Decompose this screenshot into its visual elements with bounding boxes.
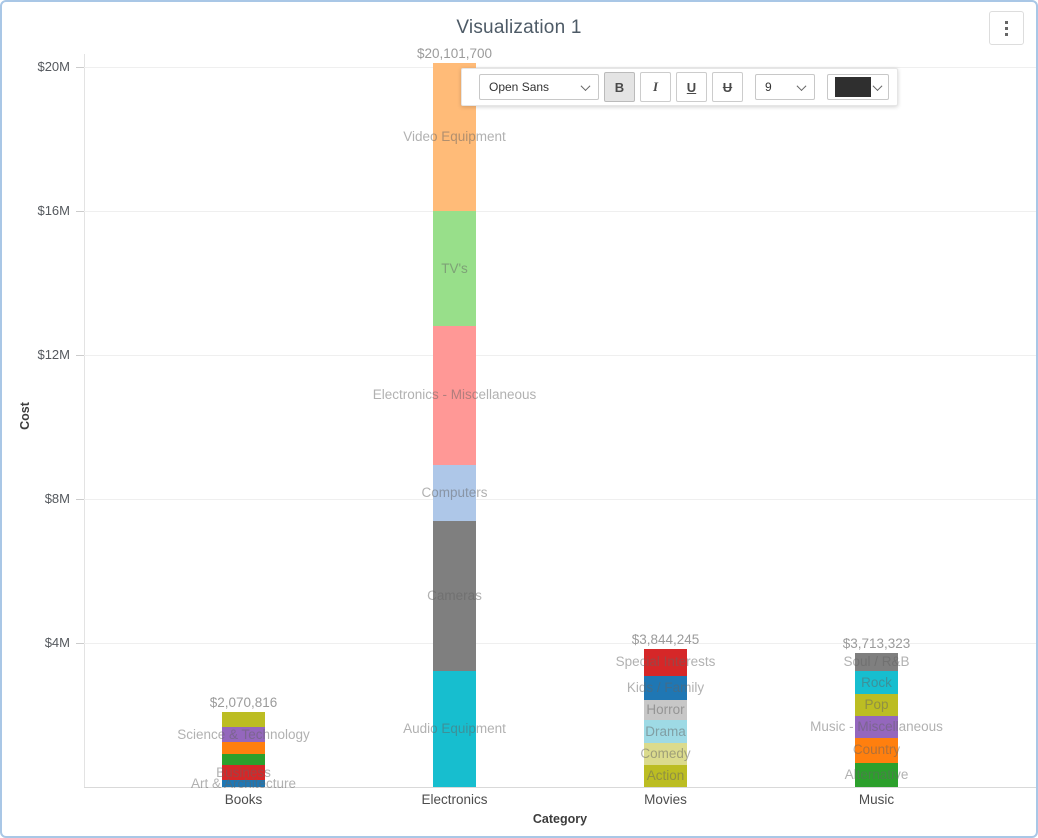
font-color-swatch	[835, 77, 871, 97]
bar-segment[interactable]	[644, 676, 687, 701]
bar-segment[interactable]	[644, 700, 687, 720]
x-axis-title: Category	[84, 812, 1036, 826]
x-category-label: Books	[164, 792, 324, 808]
bar-segment[interactable]	[222, 727, 265, 742]
chevron-down-icon	[873, 81, 883, 91]
bold-icon: B	[615, 80, 624, 95]
font-size-value: 9	[765, 80, 772, 94]
bar-total-label: $3,713,323	[777, 636, 977, 652]
bar-total-label: $20,101,700	[355, 46, 555, 62]
chart-area: Cost Category $20M $16M $12M $8M $4M Books Ele…	[2, 2, 1036, 836]
bar-segment[interactable]	[222, 780, 265, 787]
gridline	[84, 211, 1036, 212]
y-tick-mark	[76, 211, 84, 212]
gridline	[84, 355, 1036, 356]
bar-segment[interactable]	[433, 211, 476, 325]
strikethrough-button[interactable]: U	[712, 72, 743, 102]
underline-button[interactable]: U	[676, 72, 707, 102]
text-format-toolbar: Open Sans B I U U 9	[461, 68, 898, 106]
chevron-down-icon	[581, 81, 591, 91]
bold-button[interactable]: B	[604, 72, 635, 102]
font-family-select[interactable]: Open Sans	[479, 74, 599, 100]
y-tick-mark	[76, 643, 84, 644]
y-tick-mark	[76, 499, 84, 500]
bar-segment[interactable]	[855, 671, 898, 694]
bar-segment[interactable]	[433, 326, 476, 465]
y-axis-line	[84, 54, 85, 787]
x-category-label: Music	[797, 792, 957, 808]
bar-segment[interactable]	[855, 694, 898, 716]
bar-total-label: $2,070,816	[144, 695, 344, 711]
visualization-card: Visualization 1 Cost Category $20M$16M$1…	[0, 0, 1038, 838]
bar-total-label: $3,844,245	[566, 632, 766, 648]
y-tick-mark	[76, 355, 84, 356]
bar-segment[interactable]	[644, 743, 687, 765]
bar-segment[interactable]	[222, 742, 265, 754]
italic-icon: I	[653, 79, 658, 95]
bar-segment[interactable]	[433, 671, 476, 787]
font-color-select[interactable]	[827, 74, 889, 100]
bar-segment[interactable]	[855, 716, 898, 738]
gridline	[84, 499, 1036, 500]
bar-segment[interactable]	[222, 754, 265, 765]
bar-segment[interactable]	[433, 521, 476, 671]
bar-segment[interactable]	[644, 765, 687, 787]
italic-button[interactable]: I	[640, 72, 671, 102]
x-axis-line	[84, 787, 1036, 788]
font-family-value: Open Sans	[489, 80, 549, 94]
bar-segment[interactable]	[222, 712, 265, 727]
bar-segment[interactable]	[855, 653, 898, 671]
y-tick-label: $8M	[2, 491, 70, 507]
y-tick-label: $12M	[2, 347, 70, 363]
x-category-label: Movies	[586, 792, 746, 808]
bar-segment[interactable]	[644, 720, 687, 743]
y-tick-mark	[76, 67, 84, 68]
strikethrough-icon: U	[723, 80, 732, 95]
font-size-select[interactable]: 9	[755, 74, 815, 100]
x-category-label: Electronics	[375, 792, 535, 808]
y-tick-label: $4M	[2, 635, 70, 651]
bar-segment[interactable]	[644, 649, 687, 676]
y-axis-title: Cost	[18, 402, 32, 430]
chevron-down-icon	[797, 81, 807, 91]
bar-segment[interactable]	[222, 765, 265, 780]
bar-segment[interactable]	[433, 465, 476, 521]
bar-segment[interactable]	[855, 763, 898, 787]
bar-segment[interactable]	[855, 738, 898, 763]
underline-icon: U	[687, 80, 696, 95]
y-tick-label: $16M	[2, 203, 70, 219]
y-tick-label: $20M	[2, 59, 70, 75]
